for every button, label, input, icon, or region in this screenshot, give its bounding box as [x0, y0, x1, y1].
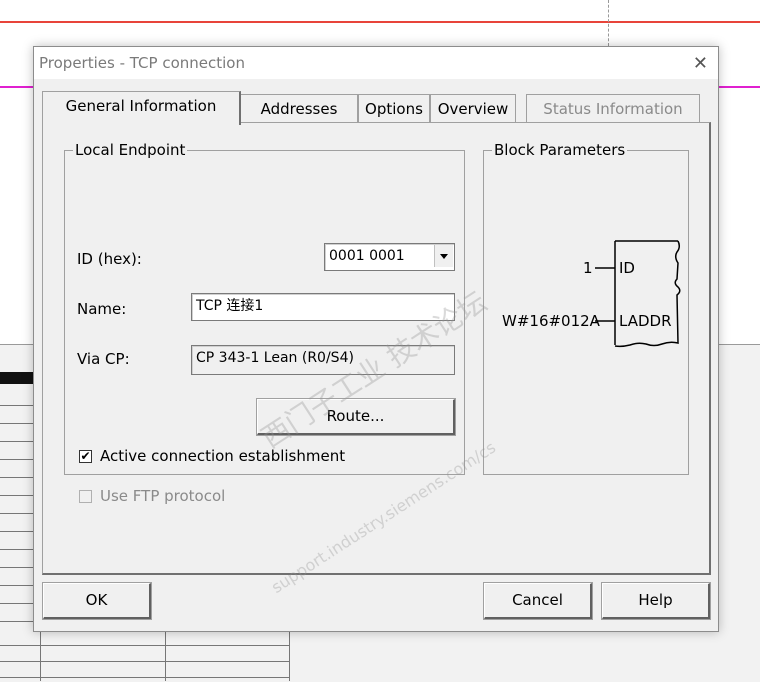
local-endpoint-legend: Local Endpoint [75, 141, 186, 159]
name-input[interactable]: TCP 连接1 [191, 293, 455, 321]
block-diagram [595, 240, 681, 348]
block-parameters-legend: Block Parameters [494, 141, 626, 159]
ok-button[interactable]: OK [43, 583, 151, 619]
id-combobox[interactable]: 0001 0001 [324, 243, 455, 271]
use-ftp-label[interactable]: Use FTP protocol [100, 487, 225, 505]
help-button[interactable]: Help [602, 583, 710, 619]
background-table-column-divider [289, 630, 290, 681]
param-pin-id: ID [619, 259, 635, 277]
param-pin-laddr: LADDR [619, 312, 672, 330]
id-value: 0001 0001 [329, 248, 405, 264]
background-table-column-divider [165, 630, 166, 681]
dialog-title: Properties - TCP connection [39, 54, 245, 72]
param-value-id: 1 [583, 259, 593, 277]
id-label: ID (hex): [77, 250, 142, 268]
background-table-header [0, 372, 34, 384]
background-table-column-divider [40, 630, 41, 681]
name-label: Name: [77, 300, 127, 318]
tab-options[interactable]: Options [358, 94, 430, 123]
tab-overview[interactable]: Overview [430, 94, 516, 123]
background-table-rows-bottom [0, 630, 290, 681]
chevron-down-icon[interactable] [434, 245, 453, 267]
route-button[interactable]: Route... [257, 399, 455, 435]
function-block-shape [595, 240, 681, 348]
tab-general-information[interactable]: General Information [42, 91, 241, 125]
tab-addresses[interactable]: Addresses [240, 94, 358, 123]
dialog-titlebar[interactable]: Properties - TCP connection ✕ [34, 47, 718, 79]
active-connection-checkbox[interactable]: ✔ [79, 450, 92, 463]
active-connection-label[interactable]: Active connection establishment [100, 447, 345, 465]
background-dashed-guide [608, 0, 609, 46]
background-table-rows [0, 388, 34, 628]
via-cp-label: Via CP: [77, 350, 130, 368]
properties-dialog: Properties - TCP connection ✕ General In… [33, 46, 719, 632]
cancel-button[interactable]: Cancel [484, 583, 592, 619]
close-icon[interactable]: ✕ [693, 53, 708, 74]
param-value-laddr: W#16#012A [502, 312, 600, 330]
tab-panel-general-information: Local Endpoint ID (hex): 0001 0001 Name:… [42, 122, 711, 597]
tab-status-information[interactable]: Status Information [526, 94, 700, 123]
background-red-line [0, 21, 760, 23]
via-cp-field: CP 343-1 Lean (R0/S4) [191, 345, 455, 375]
use-ftp-checkbox[interactable] [79, 490, 92, 503]
